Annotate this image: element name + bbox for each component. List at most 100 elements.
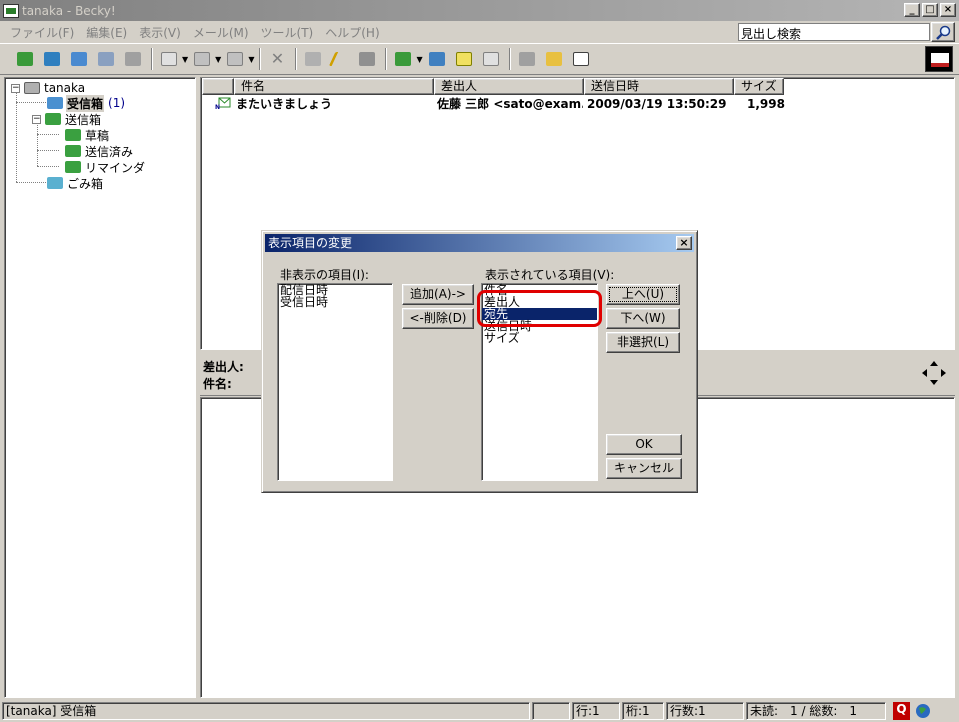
delete-x-icon: ✕ (270, 49, 285, 68)
layout-icon (572, 52, 589, 66)
menu-file[interactable]: ファイル(F) (4, 24, 80, 41)
menu-mail[interactable]: メール(M) (187, 24, 255, 41)
header-search-input[interactable]: 見出し検索 (738, 23, 930, 41)
status-unread-total: 1 / 総数: (790, 704, 838, 718)
status-column: 桁:1 (622, 702, 664, 720)
mailbox-icon (24, 82, 40, 94)
print-button[interactable] (516, 48, 538, 70)
app-icon[interactable] (3, 3, 19, 18)
sync-button[interactable] (95, 48, 117, 70)
message-from: 佐藤 三郎 <sato@exam... (437, 97, 583, 111)
tree-item-outbox[interactable]: − 送信箱 (32, 111, 102, 127)
column-header-subject[interactable]: 件名 (234, 78, 434, 95)
memo-button[interactable] (480, 48, 502, 70)
column-header-icons[interactable] (202, 78, 234, 95)
dialog-title-bar[interactable]: 表示項目の変更 × (265, 234, 694, 252)
properties-button[interactable] (356, 48, 378, 70)
receive-icon (17, 52, 33, 66)
column-header-size[interactable]: サイズ (734, 78, 784, 95)
remove-button[interactable]: <-削除(D) (402, 308, 474, 329)
shown-items-label: 表示されている項目(V): (485, 268, 615, 282)
ok-button[interactable]: OK (606, 434, 682, 455)
message-size: 1,998 (747, 97, 785, 111)
tree-item-sent[interactable]: 送信済み (65, 143, 134, 159)
outbox-icon (45, 113, 61, 125)
title-bar: tanaka - Becky! _ □ × (0, 0, 959, 21)
reminder-icon (65, 161, 81, 173)
tree-view-button[interactable] (302, 48, 324, 70)
tree-item-trash[interactable]: ごみ箱 (47, 175, 104, 191)
tree-item-reminders[interactable]: リマインダ (65, 159, 146, 175)
toolbar: ▼ ▼ ▼ ✕ ▼ (0, 43, 959, 75)
address-book-button[interactable] (426, 48, 448, 70)
move-down-button[interactable]: 下へ(W) (606, 308, 680, 329)
tree-item-drafts[interactable]: 草稿 (65, 127, 110, 143)
dropdown-arrow-icon[interactable]: ▼ (248, 55, 254, 64)
dropdown-arrow-icon[interactable]: ▼ (215, 55, 221, 64)
notepad-icon (455, 52, 472, 66)
queue-icon[interactable]: Q (893, 702, 910, 720)
toolbar-separator (151, 48, 153, 70)
folder-open-button[interactable] (543, 48, 565, 70)
toolbar-separator (295, 48, 298, 70)
new-mail-button[interactable] (158, 48, 180, 70)
dialog-title: 表示項目の変更 (268, 236, 353, 250)
becky-logo-icon (925, 46, 953, 72)
layout-button[interactable] (570, 48, 592, 70)
unread-mail-icon: N (215, 96, 233, 112)
status-bar: [tanaka] 受信箱 行:1 桁:1 行数:1 未読: 1 / 総数: 1 … (0, 700, 959, 722)
cancel-button[interactable]: キャンセル (606, 458, 682, 479)
reply-icon (194, 52, 211, 66)
dropdown-arrow-icon[interactable]: ▼ (416, 55, 422, 64)
edit-button[interactable] (329, 48, 352, 70)
sent-icon (65, 145, 81, 157)
delete-button[interactable]: ✕ (266, 48, 288, 70)
column-header-date[interactable]: 送信日時 (584, 78, 734, 95)
hidden-items-label: 非表示の項目(I): (280, 268, 369, 282)
hidden-items-list[interactable]: 配信日時 受信日時 (277, 283, 393, 481)
folder-tree[interactable]: − tanaka 受信箱 (1) − 送信箱 草稿 送信済み リマインダ ごみ箱 (4, 77, 196, 698)
preview-from-label: 差出人: (203, 360, 244, 374)
menu-tools[interactable]: ツール(T) (255, 24, 320, 41)
magnifier-icon (936, 25, 951, 40)
unread-count: (1) (108, 96, 126, 110)
receive-mail-button[interactable] (14, 48, 36, 70)
filter-icon (395, 52, 412, 66)
list-item[interactable]: 受信日時 (278, 296, 392, 308)
collapse-icon[interactable]: − (32, 114, 41, 124)
list-item[interactable]: サイズ (482, 332, 597, 344)
filter-button[interactable] (392, 48, 414, 70)
reply-button[interactable] (191, 48, 213, 70)
add-button[interactable]: 追加(A)-> (402, 284, 474, 305)
send-mail-button[interactable] (41, 48, 63, 70)
network-globe-icon[interactable] (914, 702, 932, 720)
collapse-icon[interactable]: − (11, 83, 20, 93)
resize-grip-icon[interactable] (936, 702, 954, 720)
computer-icon (125, 52, 141, 66)
dialog-close-button[interactable]: × (676, 236, 692, 250)
svg-text:N: N (215, 104, 220, 110)
highlight-annotation (477, 290, 602, 327)
toolbar-separator (508, 48, 511, 70)
move-up-button[interactable]: 上へ(U) (606, 284, 680, 305)
menu-edit[interactable]: 編集(E) (80, 24, 133, 41)
close-button[interactable]: × (940, 3, 956, 17)
status-counts: 未読: 1 / 総数: 1 (746, 702, 886, 720)
tree-item-inbox[interactable]: 受信箱 (1) (47, 94, 126, 112)
offline-button[interactable] (122, 48, 144, 70)
deselect-button[interactable]: 非選択(L) (606, 332, 680, 353)
send-receive-button[interactable] (68, 48, 90, 70)
header-toggle-arrows-icon[interactable] (921, 360, 947, 386)
dropdown-arrow-icon[interactable]: ▼ (182, 55, 188, 64)
minimize-button[interactable]: _ (904, 3, 920, 17)
notes-button[interactable] (453, 48, 475, 70)
send-receive-icon (71, 52, 87, 66)
search-button[interactable] (931, 22, 955, 42)
column-header-from[interactable]: 差出人 (434, 78, 584, 95)
menu-help[interactable]: ヘルプ(H) (319, 24, 385, 41)
message-subject: またいきましょう (236, 97, 333, 111)
forward-button[interactable] (224, 48, 246, 70)
menu-view[interactable]: 表示(V) (133, 24, 187, 41)
new-mail-icon (161, 52, 177, 66)
maximize-button[interactable]: □ (922, 3, 938, 17)
